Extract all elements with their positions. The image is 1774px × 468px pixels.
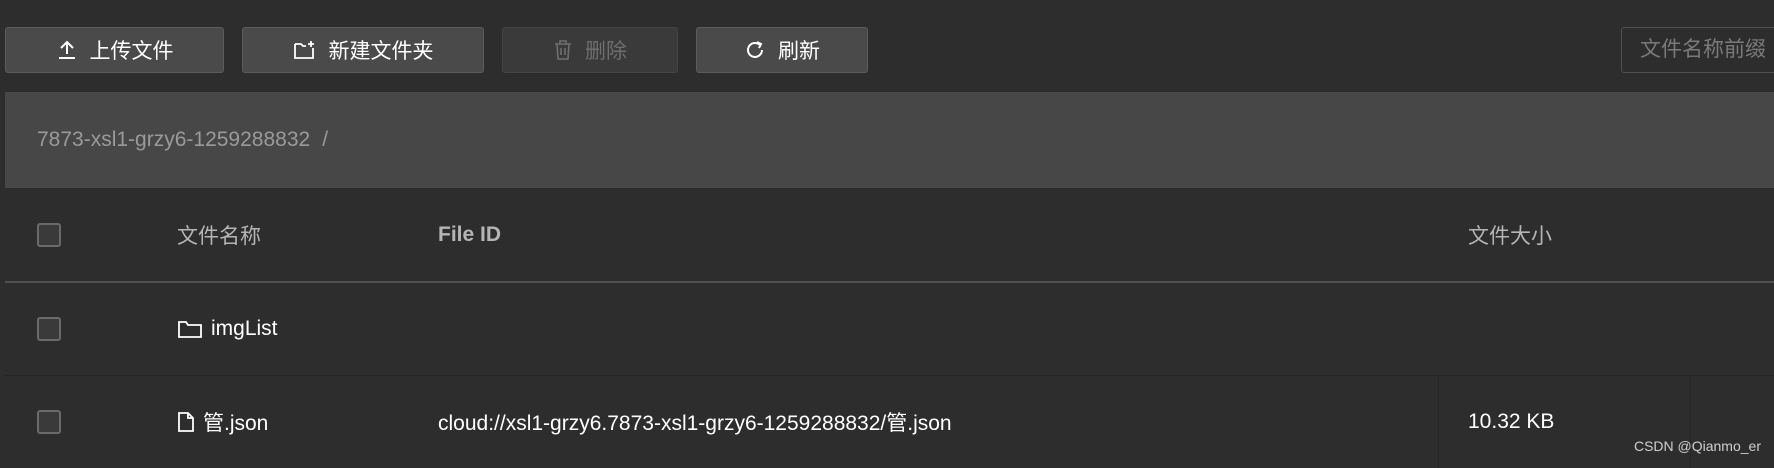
file-size: 10.32 KB <box>1468 410 1555 433</box>
cell-divider <box>1438 376 1439 468</box>
upload-button[interactable]: 上传文件 <box>5 27 224 73</box>
file-icon <box>177 411 195 433</box>
folder-icon <box>177 318 203 340</box>
refresh-button-label: 刷新 <box>778 40 820 63</box>
table-row[interactable]: 管.json cloud://xsl1-grzy6.7873-xsl1-grzy… <box>5 375 1774 468</box>
new-folder-button-label: 新建文件夹 <box>328 40 434 63</box>
file-id: cloud://xsl1-grzy6.7873-xsl1-grzy6-12592… <box>438 412 952 435</box>
row-checkbox[interactable] <box>37 410 61 434</box>
cell-divider <box>1690 376 1691 468</box>
delete-button-label: 删除 <box>585 40 627 63</box>
folder-link[interactable]: imgList <box>177 317 278 341</box>
table-header-row: 文件名称 File ID 文件大小 <box>5 188 1774 283</box>
row-checkbox[interactable] <box>37 317 61 341</box>
breadcrumb: 7873-xsl1-grzy6-1259288832 / <box>5 92 1774 188</box>
upload-icon <box>56 39 78 61</box>
file-name: imgList <box>211 317 278 340</box>
column-header-name[interactable]: 文件名称 <box>177 220 261 250</box>
refresh-icon <box>744 39 766 61</box>
new-folder-icon <box>293 39 317 61</box>
toolbar: 上传文件 新建文件夹 删除 刷新 <box>0 0 1774 90</box>
new-folder-button[interactable]: 新建文件夹 <box>242 27 484 73</box>
file-name: 管.json <box>203 412 269 435</box>
delete-button[interactable]: 删除 <box>502 27 678 73</box>
column-header-file-id: File ID <box>438 222 502 246</box>
file-link[interactable]: 管.json <box>177 407 268 437</box>
upload-button-label: 上传文件 <box>89 40 174 63</box>
refresh-button[interactable]: 刷新 <box>696 27 868 73</box>
select-all-checkbox[interactable] <box>37 222 61 247</box>
table-row[interactable]: imgList <box>5 283 1774 375</box>
search-input[interactable] <box>1621 27 1774 73</box>
trash-icon <box>553 39 573 61</box>
breadcrumb-item-root[interactable]: 7873-xsl1-grzy6-1259288832 <box>37 128 310 152</box>
column-header-size[interactable]: 文件大小 <box>1468 220 1552 250</box>
breadcrumb-separator: / <box>322 128 329 151</box>
watermark: CSDN @Qianmo_er <box>1633 438 1761 454</box>
